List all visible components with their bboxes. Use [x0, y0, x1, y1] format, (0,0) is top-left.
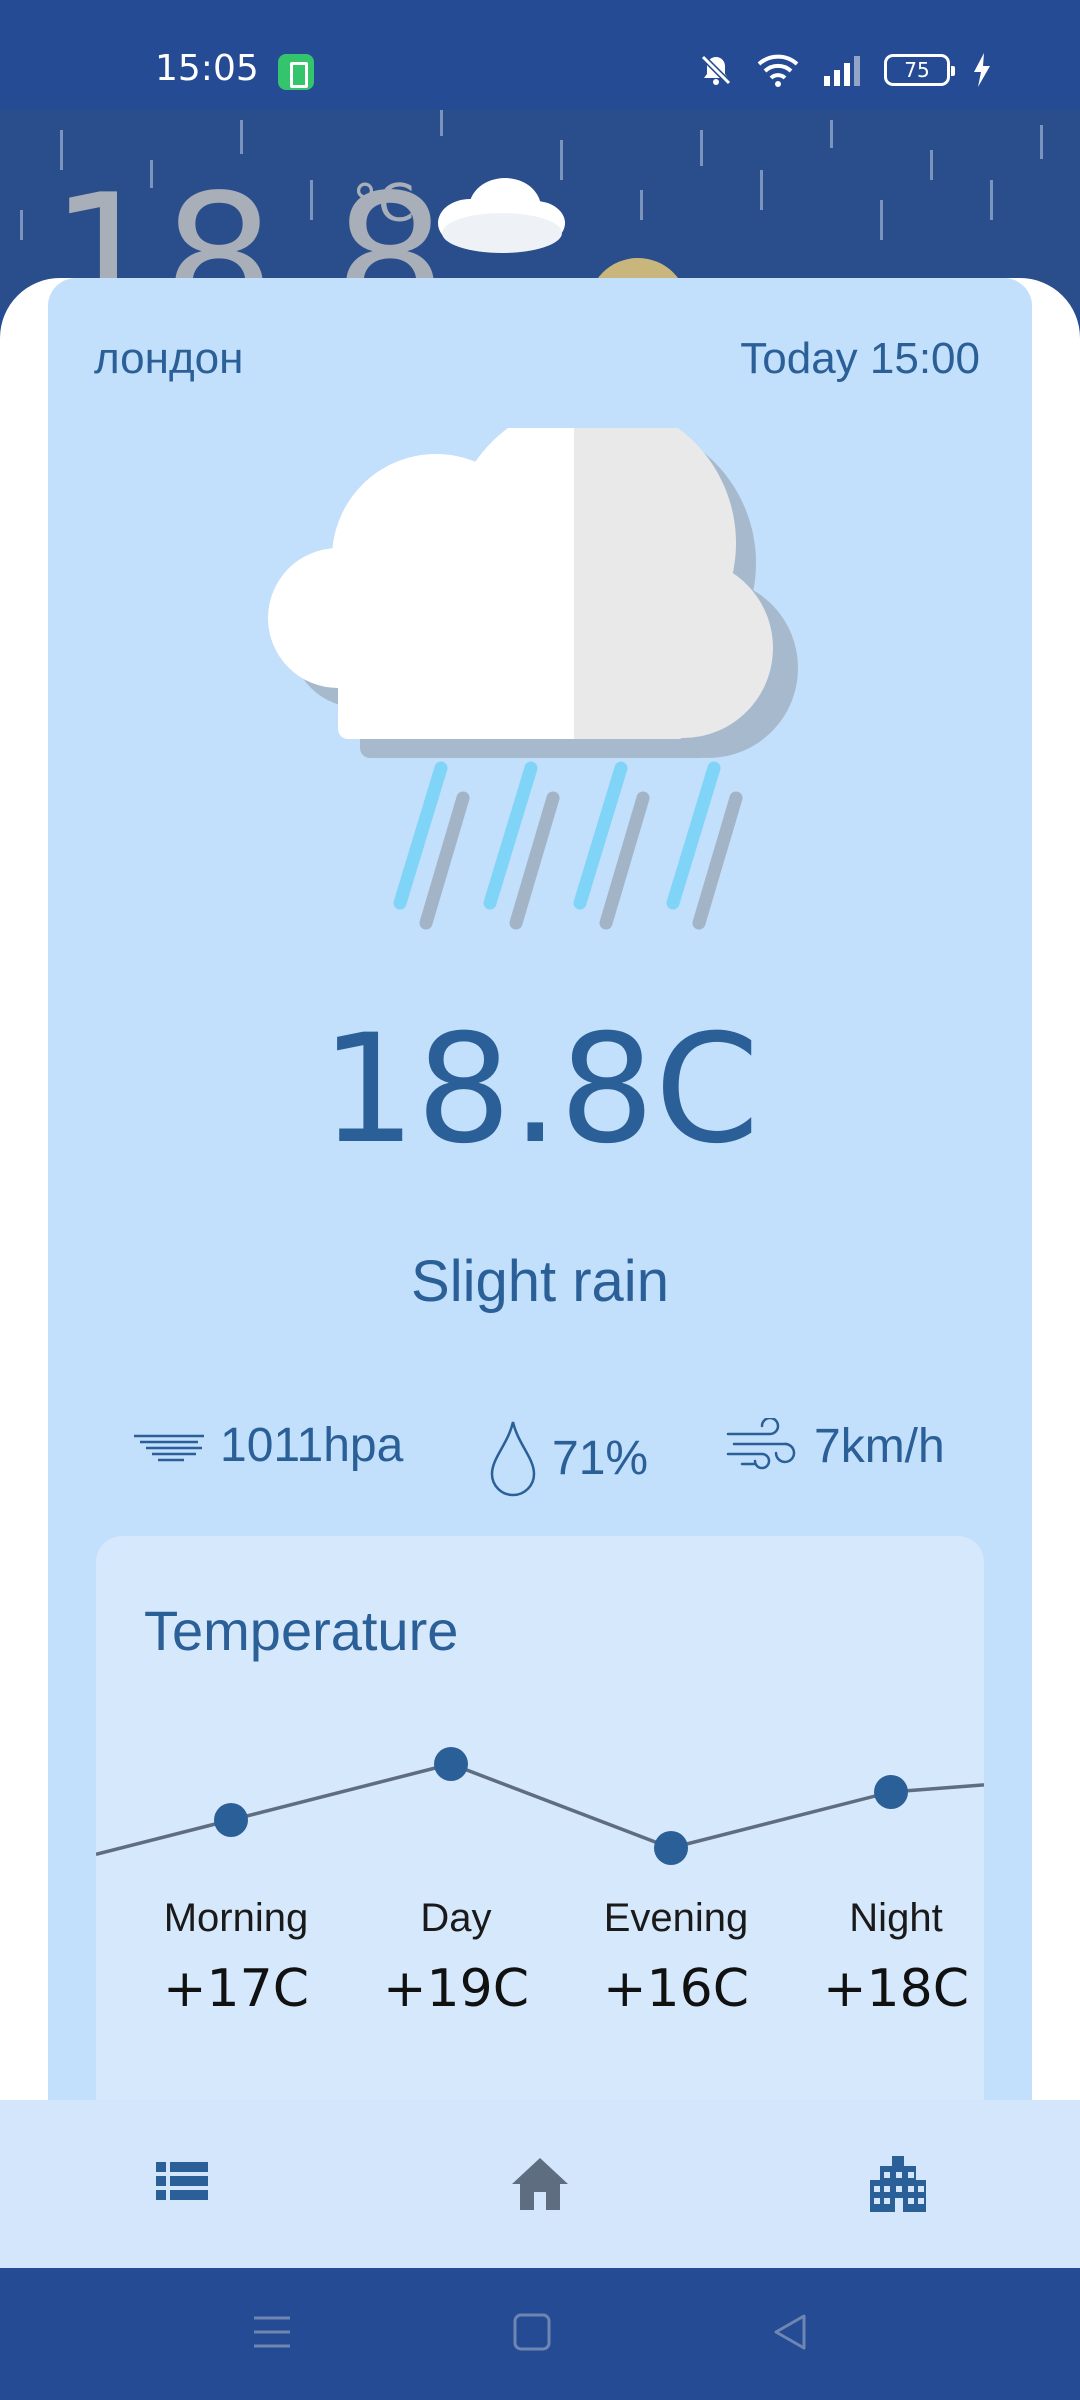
status-icons: 75 — [698, 50, 992, 90]
wifi-icon — [757, 54, 799, 87]
temperature-point-night — [874, 1775, 908, 1809]
list-icon[interactable] — [150, 2152, 214, 2216]
period-label: Evening — [603, 1896, 749, 1940]
charging-icon — [974, 53, 990, 87]
hero-unit: °C — [352, 174, 415, 234]
wind-value: 7km/h — [814, 1419, 945, 1473]
period-night: Night +18C — [786, 1896, 984, 2019]
content-sheet: лондон Today 15:00 18.8C Slight rain 101… — [0, 278, 1080, 2156]
period-value: +17C — [162, 1959, 310, 2019]
battery-icon: 75 — [884, 54, 955, 86]
home-icon[interactable] — [508, 2152, 572, 2216]
period-value: +19C — [382, 1959, 530, 2019]
temperature-chart — [96, 1747, 984, 1865]
bottom-navigation — [0, 2100, 1080, 2268]
period-day: Day +19C — [346, 1896, 566, 2019]
back-icon[interactable] — [770, 2312, 810, 2352]
cloud-icon — [438, 178, 565, 253]
period-label: Day — [420, 1896, 492, 1940]
period-label: Night — [849, 1896, 943, 1940]
system-navigation — [0, 2268, 1080, 2400]
period-morning: Morning +17C — [126, 1896, 346, 2019]
weather-stats: 1011hpa 71% 7km/h — [48, 1418, 1032, 1498]
weather-condition: Slight rain — [411, 1249, 669, 1314]
temperature-point-day — [434, 1747, 468, 1781]
home-square-icon[interactable] — [512, 2312, 552, 2352]
pressure-value: 1011hpa — [220, 1419, 404, 1472]
period-label: Morning — [163, 1896, 309, 1940]
temperature-point-evening — [654, 1831, 688, 1865]
temperature-point-morning — [214, 1803, 248, 1837]
period-value: +16C — [602, 1959, 750, 2019]
temperature-panel: Temperature Morning +17C Day +19C Evenin… — [96, 1536, 984, 2156]
wind-icon — [726, 1418, 796, 1470]
pressure-icon — [134, 1434, 204, 1461]
current-temperature: 18.8C — [320, 1003, 760, 1177]
humidity-stat: 71% — [488, 1418, 648, 1498]
humidity-value: 71% — [552, 1431, 649, 1485]
status-time: 15:05 — [155, 48, 259, 89]
wind-stat: 7km/h — [724, 1418, 945, 1474]
status-bar: 15:05 75 — [0, 0, 1080, 110]
period-value: +18C — [822, 1959, 970, 2019]
signal-icon — [824, 56, 860, 86]
city-icon[interactable] — [866, 2152, 930, 2216]
cloud-rain-icon — [268, 428, 798, 930]
menu-icon[interactable] — [252, 2312, 292, 2352]
forecast-datetime: Today 15:00 — [740, 334, 980, 383]
weather-card: лондон Today 15:00 18.8C Slight rain 101… — [48, 278, 1032, 2156]
city-name: лондон — [94, 334, 244, 383]
droplet-icon — [490, 1421, 536, 1497]
mute-icon — [700, 54, 732, 86]
battery-saver-icon — [278, 54, 314, 90]
period-evening: Evening +16C — [566, 1896, 786, 2019]
pressure-stat: 1011hpa — [132, 1418, 403, 1473]
